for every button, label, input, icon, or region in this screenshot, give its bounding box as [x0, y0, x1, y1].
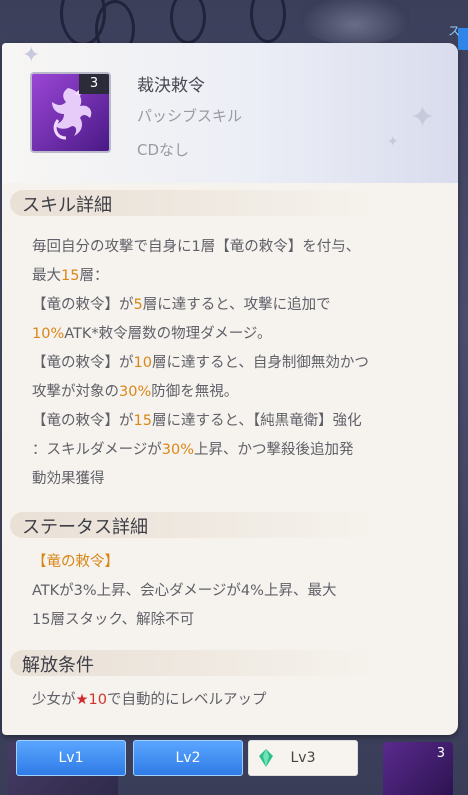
detail-text: 防御を無視。 [151, 384, 239, 400]
detail-text: 毎回自分の攻撃で自身に1層【竜の敕令】を付与、 [32, 239, 361, 255]
bottom-skill-icon[interactable]: 3 [383, 742, 453, 795]
detail-text: 層に達すると、攻撃に追加で [142, 297, 331, 313]
unlock-text: 少女が★10で自動的にレベルアップ [32, 686, 442, 715]
skill-detail-panel: ✦ ✦ ✦ 3 裁決敕令 パッシブスキル CDなし スキル詳細 毎回自分の攻撃で… [2, 43, 458, 735]
skill-level-badge: 3 [79, 74, 109, 94]
gem-icon [259, 749, 273, 767]
unlock-value: 10 [88, 692, 107, 708]
detail-text: ：スキルダメージが [32, 442, 162, 458]
highlight-value: 15 [133, 413, 152, 429]
tab-lv2[interactable]: Lv2 [133, 740, 243, 776]
chain-decoration [170, 0, 206, 44]
detail-text: 最大 [32, 268, 61, 284]
detail-text: 層に達すると、【純黒竜衛】強化 [151, 413, 362, 429]
tab-lv3[interactable]: Lv3 [248, 740, 358, 776]
detail-text: 動効果獲得 [32, 471, 105, 487]
detail-line: 【竜の敕令】が5層に達すると、攻撃に追加で [32, 291, 442, 320]
detail-text: 層： [79, 268, 109, 284]
section-title: ステータス詳細 [22, 517, 148, 538]
highlight-value: 30% [161, 442, 195, 458]
sparkle-icon: ✦ [22, 43, 41, 68]
detail-line: 【竜の敕令】が10層に達すると、自身制御無効かつ [32, 349, 442, 378]
bottom-level-badge: 3 [436, 746, 445, 761]
tab-lv1[interactable]: Lv1 [16, 740, 126, 776]
star-icon: ★ [75, 692, 89, 708]
skill-detail-text: 毎回自分の攻撃で自身に1層【竜の敕令】を付与、 最大15層： 【竜の敕令】が5層に達… [32, 233, 442, 494]
detail-text: 上昇、かつ撃殺後追加発 [194, 442, 354, 458]
unlock-heading: 解放条件 [10, 650, 450, 676]
skill-cooldown: CDなし [137, 141, 190, 159]
detail-text: 攻撃が対象の [32, 384, 119, 400]
detail-text: ATK*敕令層数の物理ダメージ。 [64, 326, 272, 342]
section-title: 解放条件 [22, 655, 94, 676]
edge-label: ス [447, 24, 460, 38]
detail-line: 最大15層： [32, 262, 442, 291]
sparkle-icon: ✦ [387, 134, 399, 150]
chain-decoration [250, 0, 286, 43]
detail-text: 【竜の敕令】が [32, 297, 134, 313]
status-detail-text: 【竜の敕令】 ATKが3%上昇、会心ダメージが4%上昇、最大 15層スタック、解… [32, 548, 442, 635]
tab-label: Lv3 [290, 750, 316, 766]
detail-line: ：スキルダメージが30%上昇、かつ撃殺後追加発 [32, 436, 442, 465]
tab-label: Lv1 [58, 750, 84, 766]
section-title: スキル詳細 [22, 195, 112, 216]
detail-text: 【竜の敕令】が [32, 355, 134, 371]
skill-detail-heading: スキル詳細 [10, 190, 450, 216]
status-line: ATKが3%上昇、会心ダメージが4%上昇、最大 [32, 583, 337, 599]
unlock-suffix: で自動的にレベルアップ [106, 692, 267, 708]
detail-line: 10%ATK*敕令層数の物理ダメージ。 [32, 320, 442, 349]
detail-text: 層に達すると、自身制御無効かつ [151, 355, 369, 371]
highlight-value: 15 [61, 268, 80, 284]
highlight-value: 10 [133, 355, 152, 371]
detail-line: 攻撃が対象の30%防御を無視。 [32, 378, 442, 407]
mask-decoration [300, 0, 410, 45]
unlock-prefix: 少女が [32, 692, 76, 708]
status-detail-heading: ステータス詳細 [10, 512, 450, 538]
highlight-value: 30% [119, 384, 152, 400]
detail-line: 毎回自分の攻撃で自身に1層【竜の敕令】を付与、 [32, 233, 442, 262]
detail-text: 【竜の敕令】が [32, 413, 134, 429]
tab-label: Lv2 [175, 750, 201, 766]
highlight-value: 10% [32, 326, 65, 342]
buff-name: 【竜の敕令】 [32, 554, 119, 570]
detail-line: 動効果獲得 [32, 465, 442, 494]
sparkle-icon: ✦ [410, 100, 436, 135]
highlight-value: 5 [133, 297, 143, 313]
skill-name: 裁決敕令 [137, 76, 205, 96]
status-line: 15層スタック、解除不可 [32, 612, 195, 628]
skill-header: ✦ ✦ ✦ 3 裁決敕令 パッシブスキル CDなし [2, 43, 458, 183]
detail-line: 【竜の敕令】が15層に達すると、【純黒竜衛】強化 [32, 407, 442, 436]
skill-icon: 3 [30, 72, 111, 153]
skill-type: パッシブスキル [137, 107, 243, 125]
